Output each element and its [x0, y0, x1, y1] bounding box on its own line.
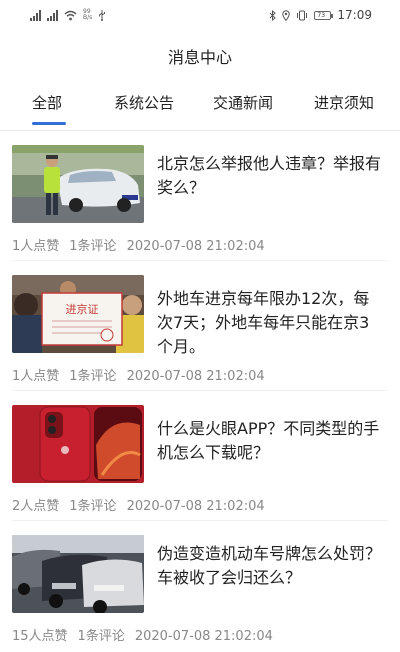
news-likes: 2人点赞: [12, 499, 60, 514]
bluetooth-icon: [270, 9, 277, 21]
news-comments: 1条评论: [69, 499, 117, 514]
page-title: 消息中心: [167, 48, 232, 67]
news-comments: 1条评论: [77, 629, 125, 644]
location-icon: [282, 9, 291, 21]
news-date: 2020-07-08 21:02:04: [126, 499, 265, 514]
status-bar: 99 B/s 73 17:09: [0, 0, 400, 30]
wifi-icon: [64, 10, 77, 20]
permit-label: 进京证: [66, 302, 99, 316]
news-likes: 1人点赞: [12, 239, 60, 254]
tab-system-notice[interactable]: 系统公告: [114, 92, 174, 113]
status-right-icons: 73 17:09: [269, 7, 372, 23]
parked-cars-photo-icon: [12, 535, 144, 613]
tab-beijing-entry-notice[interactable]: 进京须知: [314, 92, 374, 113]
beijing-entry-permit-photo-icon: 进京证: [12, 275, 144, 353]
battery-icon: 73: [314, 10, 334, 20]
news-likes: 1人点赞: [12, 369, 60, 384]
traffic-police-photo-icon: [12, 145, 144, 223]
news-title: 什么是火眼APP？不同类型的手机怎么下载呢？: [157, 419, 380, 462]
status-time: 17:09: [337, 8, 372, 22]
news-likes: 15人点赞: [12, 629, 68, 644]
active-tab-indicator: [32, 122, 66, 125]
news-thumbnail-permit: 进京证: [12, 275, 144, 353]
news-meta: 2人点赞 1条评论 2020-07-08 21:02:04: [12, 495, 275, 514]
news-title: 伪造变造机动车号牌怎么处罚？车被收了会归还么？: [157, 544, 382, 587]
news-item[interactable]: 北京怎么举报他人违章？举报有奖么？ 1人点赞 1条评论 2020-07-08 21:…: [0, 131, 400, 261]
tab-traffic-news[interactable]: 交通新闻: [213, 92, 273, 113]
news-comments: 1条评论: [69, 239, 117, 254]
news-date: 2020-07-08 21:02:04: [134, 629, 273, 644]
network-speed: 99 B/s: [83, 9, 92, 21]
news-date: 2020-07-08 21:02:04: [126, 369, 265, 384]
iphone-photo-icon: [12, 405, 144, 483]
category-tabs: 全部 系统公告 交通新闻 进京须知: [0, 92, 400, 126]
news-thumbnail-phone: [12, 405, 144, 483]
news-item[interactable]: 伪造变造机动车号牌怎么处罚？车被收了会归还么？ 15人点赞 1条评论 2020-07…: [0, 521, 400, 651]
news-item[interactable]: 进京证 外地车进京每年限办12次，每次7天；外地车每年只能在京3个月。 1人点赞…: [0, 261, 400, 391]
news-meta: 1人点赞 1条评论 2020-07-08 21:02:04: [12, 365, 275, 384]
tab-all[interactable]: 全部: [32, 92, 62, 113]
cellular-signal-icon: [30, 9, 41, 21]
status-left-icons: 99 B/s: [30, 8, 106, 22]
news-meta: 15人点赞 1条评论 2020-07-08 21:02:04: [12, 625, 283, 644]
cellular-signal-2-icon: [47, 9, 58, 21]
news-title: 外地车进京每年限办12次，每次7天；外地车每年只能在京3个月。: [157, 289, 370, 356]
news-date: 2020-07-08 21:02:04: [126, 239, 265, 254]
news-meta: 1人点赞 1条评论 2020-07-08 21:02:04: [12, 235, 275, 254]
vibrate-icon: [297, 10, 308, 20]
usb-icon: [99, 10, 106, 21]
news-thumbnail-cars: [12, 535, 144, 613]
news-comments: 1条评论: [69, 369, 117, 384]
news-item[interactable]: 什么是火眼APP？不同类型的手机怎么下载呢？ 2人点赞 1条评论 2020-07-0…: [0, 391, 400, 521]
news-title: 北京怎么举报他人违章？举报有奖么？: [157, 154, 382, 197]
network-speed-unit: B/s: [83, 14, 93, 21]
battery-level: 73: [317, 11, 326, 19]
news-thumbnail-police: [12, 145, 144, 223]
